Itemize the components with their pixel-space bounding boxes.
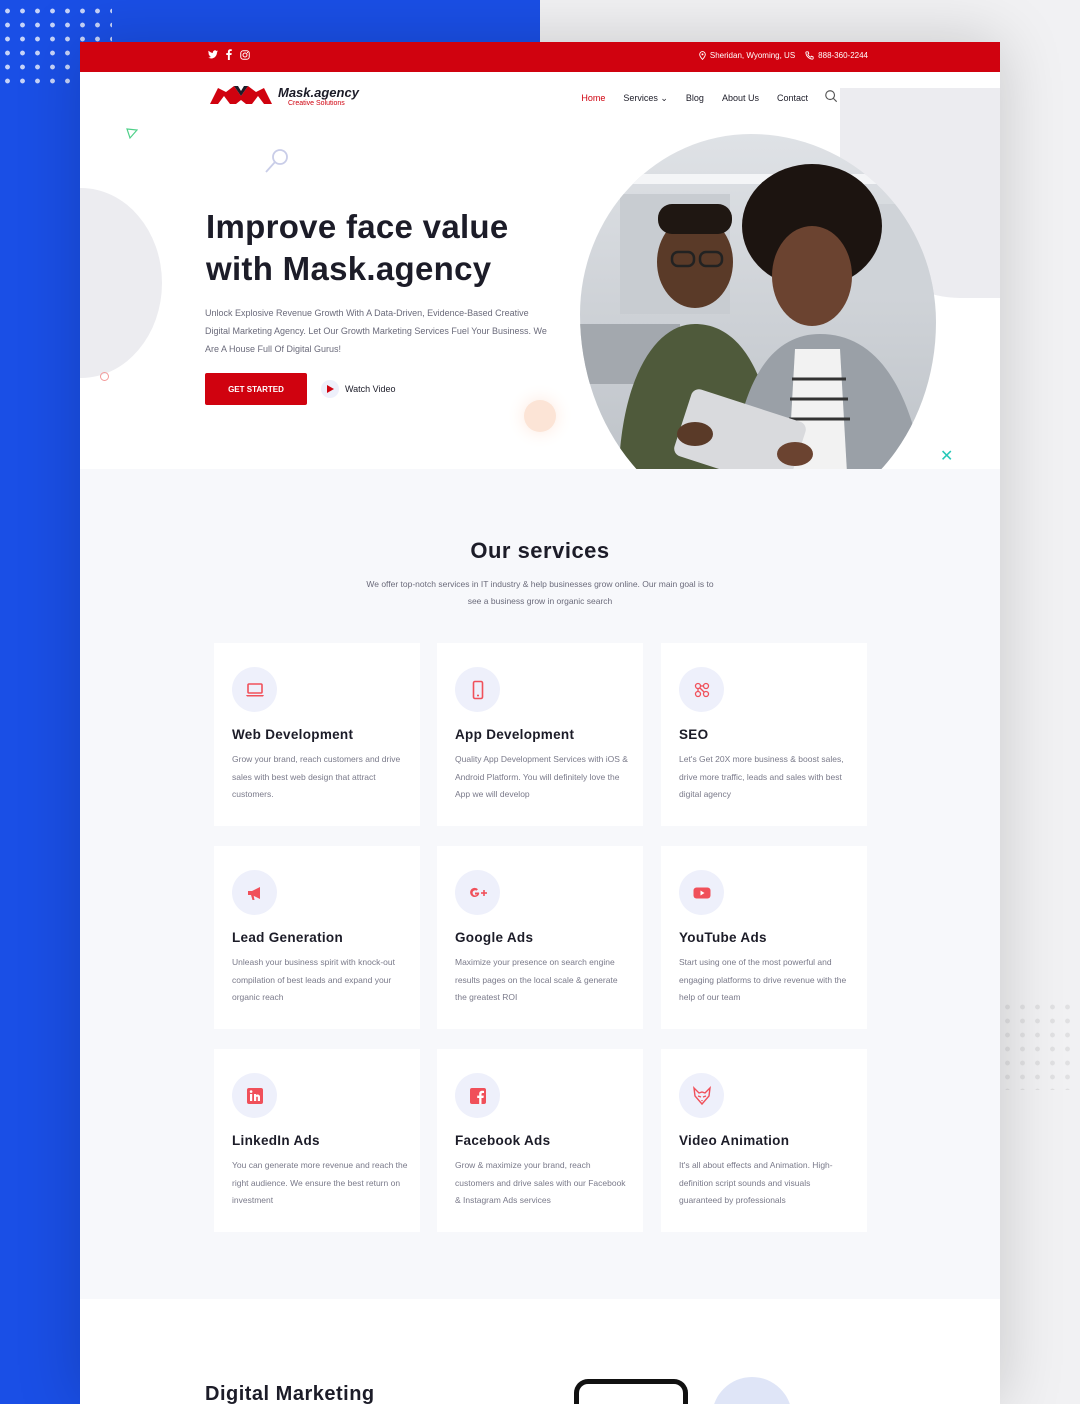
service-card-video-animation[interactable]: Video Animation It's all about effects a… — [661, 1049, 867, 1232]
nav-item-about-us[interactable]: About Us — [722, 93, 759, 104]
magnifier-decoration-icon — [265, 149, 288, 173]
megaphone-icon — [232, 870, 277, 915]
service-title: Facebook Ads — [455, 1133, 551, 1148]
linkedin-icon — [232, 1073, 277, 1118]
service-title: Lead Generation — [232, 930, 344, 945]
instagram-icon[interactable] — [240, 49, 250, 60]
service-card-web-development[interactable]: Web Development Grow your brand, reach c… — [214, 643, 420, 826]
website-mockup: Sheridan, Wyoming, US 888-360-2244 Mask.… — [80, 42, 1000, 1404]
facebook-icon — [455, 1073, 500, 1118]
fox-mask-icon — [679, 1073, 724, 1118]
nav-item-home[interactable]: Home — [581, 93, 605, 104]
nav-menu: Home Services ⌄ Blog About Us Contact — [581, 93, 808, 104]
service-title: Web Development — [232, 727, 354, 742]
phone[interactable]: 888-360-2244 — [805, 51, 868, 60]
hero-photo — [580, 134, 936, 526]
service-text: You can generate more revenue and reach … — [232, 1160, 408, 1205]
service-title: Video Animation — [679, 1133, 790, 1148]
service-text: Grow & maximize your brand, reach custom… — [455, 1160, 626, 1205]
service-card-youtube-ads[interactable]: YouTube Ads Start using one of the most … — [661, 846, 867, 1029]
logo[interactable]: Mask.agency Creative Solutions — [208, 82, 359, 110]
service-card-linkedin-ads[interactable]: LinkedIn Ads You can generate more reven… — [214, 1049, 420, 1232]
google-plus-icon — [455, 870, 500, 915]
nav-item-contact[interactable]: Contact — [777, 93, 808, 104]
decorative-dot-grid — [1000, 1000, 1080, 1090]
play-icon — [321, 380, 339, 398]
service-title: YouTube Ads — [679, 930, 767, 945]
service-card-google-ads[interactable]: Google Ads Maximize your presence on sea… — [437, 846, 643, 1029]
logo-tagline: Creative Solutions — [288, 99, 345, 107]
x-decoration-icon: ✕ — [940, 448, 954, 465]
mask-logo-icon — [210, 86, 272, 104]
map-pin-icon — [699, 51, 706, 60]
phone-icon — [805, 51, 814, 60]
social-links — [208, 49, 250, 60]
office-people-illustration — [580, 134, 936, 526]
service-text: Quality App Development Services with iO… — [455, 754, 628, 799]
logo-name: Mask.agency — [278, 84, 359, 100]
service-text: Unleash your business spirit with knock-… — [232, 957, 395, 1002]
service-text: Let's Get 20X more business & boost sale… — [679, 754, 844, 799]
services-title: Our services — [470, 538, 610, 563]
service-card-facebook-ads[interactable]: Facebook Ads Grow & maximize your brand,… — [437, 1049, 643, 1232]
service-title: SEO — [679, 727, 709, 742]
top-bar: Sheridan, Wyoming, US 888-360-2244 — [80, 42, 1000, 72]
phone-number: 888-360-2244 — [818, 51, 868, 60]
service-title: Google Ads — [455, 930, 534, 945]
service-title: LinkedIn Ads — [232, 1133, 320, 1148]
service-card-lead-generation[interactable]: Lead Generation Unleash your business sp… — [214, 846, 420, 1029]
youtube-icon — [679, 870, 724, 915]
hero-title: Improve face value with Mask.agency — [206, 208, 509, 287]
get-started-button[interactable]: GET STARTED — [205, 373, 307, 405]
chat-bubble-decoration — [712, 1377, 792, 1404]
hero-section: ✕ Improve face value with Mask.agency Un… — [80, 88, 1000, 526]
circle-decoration — [100, 372, 109, 381]
mobile-icon — [455, 667, 500, 712]
laptop-icon — [232, 667, 277, 712]
nav-item-services[interactable]: Services ⌄ — [623, 93, 668, 104]
digital-marketing-section: Digital Marketing — [80, 1299, 1000, 1404]
seo-icon — [679, 667, 724, 712]
search-icon[interactable] — [824, 89, 838, 103]
nav-item-blog[interactable]: Blog — [686, 93, 704, 104]
triangle-decoration-icon — [126, 128, 138, 140]
decorative-blob — [80, 188, 162, 378]
twitter-icon[interactable] — [208, 49, 218, 60]
hero-description: Unlock Explosive Revenue Growth With A D… — [205, 308, 547, 354]
watch-video-label: Watch Video — [345, 384, 396, 394]
phone-mockup — [574, 1379, 688, 1404]
service-title: App Development — [455, 727, 575, 742]
services-section: Our services We offer top-notch services… — [80, 469, 1000, 1299]
orange-circle-decoration — [524, 400, 556, 432]
watch-video-link[interactable]: Watch Video — [321, 380, 396, 398]
contact-info: Sheridan, Wyoming, US 888-360-2244 — [699, 51, 868, 60]
facebook-icon[interactable] — [224, 49, 234, 60]
service-text: It's all about effects and Animation. Hi… — [679, 1160, 833, 1205]
service-text: Start using one of the most powerful and… — [679, 957, 847, 1002]
service-text: Maximize your presence on search engine … — [455, 957, 618, 1002]
service-text: Grow your brand, reach customers and dri… — [232, 754, 401, 799]
service-card-seo[interactable]: SEO Let's Get 20X more business & boost … — [661, 643, 867, 826]
location-text: Sheridan, Wyoming, US — [709, 51, 796, 60]
service-card-app-development[interactable]: App Development Quality App Development … — [437, 643, 643, 826]
location: Sheridan, Wyoming, US — [699, 51, 795, 60]
services-lead: We offer top-notch services in IT indust… — [366, 579, 714, 606]
digital-marketing-title: Digital Marketing — [205, 1383, 375, 1404]
